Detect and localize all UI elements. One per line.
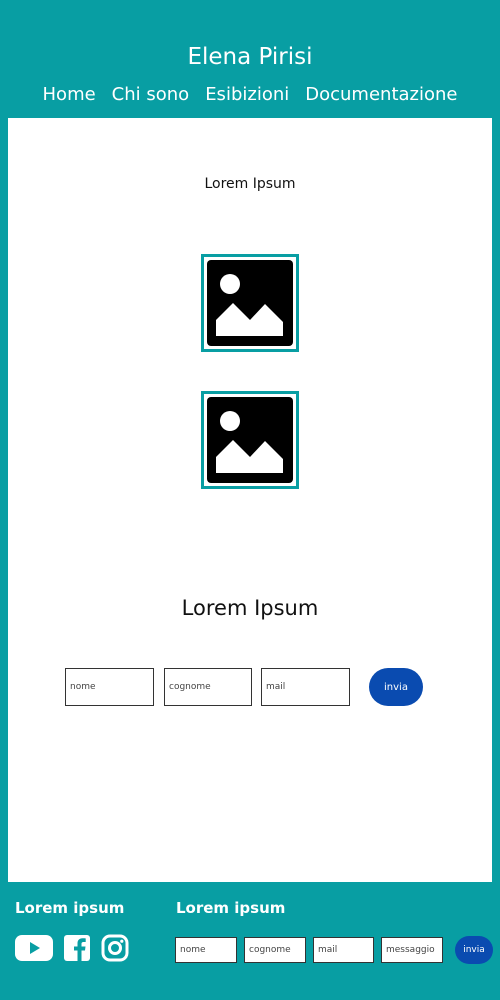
main-content: Lorem Ipsum Lorem Ipsum invia [8, 118, 492, 882]
site-title: Elena Pirisi [187, 44, 313, 70]
image-icon [207, 397, 293, 483]
instagram-icon[interactable] [101, 934, 129, 962]
image-icon [207, 260, 293, 346]
footer-social-heading: Lorem ipsum [15, 899, 125, 917]
footer-form-heading: Lorem ipsum [176, 899, 286, 917]
nav-esibizioni[interactable]: Esibizioni [205, 84, 289, 105]
main-nav: Home Chi sono Esibizioni Documentazione [0, 84, 500, 105]
image-placeholder-1 [201, 254, 299, 352]
footer-submit-button[interactable]: invia [455, 936, 493, 964]
nav-home[interactable]: Home [43, 84, 96, 105]
nav-chi-sono[interactable]: Chi sono [112, 84, 190, 105]
intro-text: Lorem Ipsum [204, 176, 296, 192]
section-title: Lorem Ipsum [181, 596, 319, 620]
footer-messaggio-field[interactable] [381, 937, 443, 963]
youtube-icon[interactable] [15, 934, 53, 962]
footer-cognome-field[interactable] [244, 937, 306, 963]
footer-mail-field[interactable] [313, 937, 374, 963]
cognome-field[interactable] [164, 668, 252, 706]
social-links [15, 934, 129, 962]
mail-field[interactable] [261, 668, 350, 706]
image-placeholder-2 [201, 391, 299, 489]
nome-field[interactable] [65, 668, 154, 706]
footer-nome-field[interactable] [175, 937, 237, 963]
facebook-icon[interactable] [64, 935, 90, 961]
submit-button[interactable]: invia [369, 668, 423, 706]
nav-documentazione[interactable]: Documentazione [305, 84, 457, 105]
